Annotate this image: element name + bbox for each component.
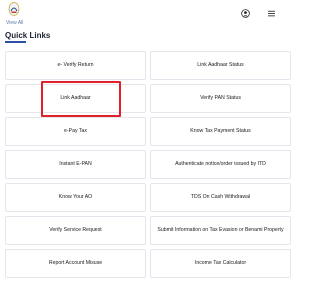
hamburger-menu-icon[interactable] xyxy=(268,10,275,17)
user-circle-icon[interactable] xyxy=(241,9,250,18)
emblem-logo-icon[interactable] xyxy=(8,2,20,17)
quick-link-label: Submit Information on Tax Evasion or Ben… xyxy=(157,227,284,234)
quick-link-know-your-ao[interactable]: Know Your AO xyxy=(5,183,146,212)
quick-link-label: e-Pay Tax xyxy=(64,128,87,135)
quick-link-link-aadhaar[interactable]: Link Aadhaar xyxy=(5,84,146,113)
quick-link-authenticate-notice[interactable]: Authenticate notice/order issued by ITD xyxy=(150,150,291,179)
quick-link-instant-e-pan[interactable]: Instant E-PAN xyxy=(5,150,146,179)
quick-link-label: Verify PAN Status xyxy=(200,95,241,102)
quick-link-know-tax-payment-status[interactable]: Know Tax Payment Status xyxy=(150,117,291,146)
section-title: Quick Links xyxy=(5,31,51,40)
quick-link-label: Verify Service Request xyxy=(49,227,102,234)
quick-link-label: Link Aadhaar xyxy=(60,95,91,102)
section-title-underline xyxy=(5,41,26,43)
view-all-link[interactable]: View All xyxy=(6,20,23,26)
quick-link-label: Know Tax Payment Status xyxy=(190,128,251,135)
quick-link-label: Report Account Misuse xyxy=(48,260,103,267)
quick-link-tds-on-cash-withdrawal[interactable]: TDS On Cash Withdrawal xyxy=(150,183,291,212)
quick-link-label: TDS On Cash Withdrawal xyxy=(190,194,251,201)
quick-link-verify-pan-status[interactable]: Verify PAN Status xyxy=(150,84,291,113)
quick-link-report-account-misuse[interactable]: Report Account Misuse xyxy=(5,249,146,278)
quick-link-label: Instant E-PAN xyxy=(59,161,92,168)
quick-link-label: Authenticate notice/order issued by ITD xyxy=(175,161,266,168)
quick-link-submit-tax-evasion-info[interactable]: Submit Information on Tax Evasion or Ben… xyxy=(150,216,291,245)
top-bar: View All xyxy=(0,0,300,29)
quick-link-e-verify-return[interactable]: e- Verify Return xyxy=(5,51,146,80)
quick-link-verify-service-request[interactable]: Verify Service Request xyxy=(5,216,146,245)
quick-link-label: e- Verify Return xyxy=(57,62,94,69)
quick-link-label: Income Tax Calculator xyxy=(194,260,247,267)
quick-link-label: Know Your AO xyxy=(58,194,93,201)
quick-link-link-aadhaar-status[interactable]: Link Aadhaar Status xyxy=(150,51,291,80)
quick-link-label: Link Aadhaar Status xyxy=(197,62,244,69)
quick-link-e-pay-tax[interactable]: e-Pay Tax xyxy=(5,117,146,146)
quick-link-income-tax-calculator[interactable]: Income Tax Calculator xyxy=(150,249,291,278)
